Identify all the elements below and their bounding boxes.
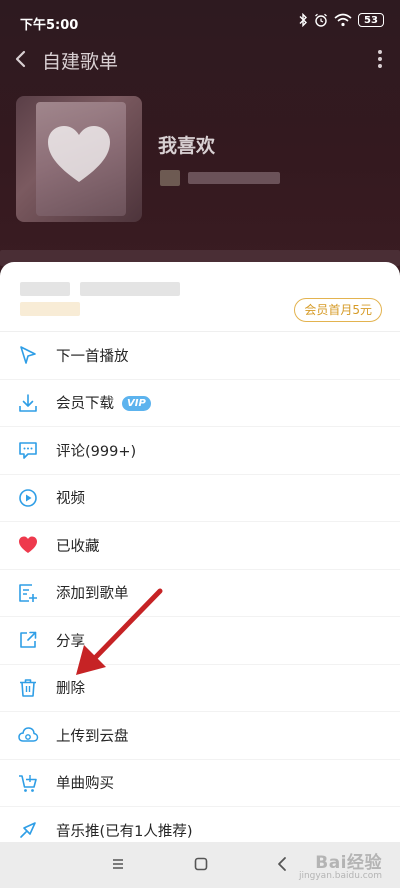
wifi-icon [334, 13, 352, 27]
menu-item-label: 删除 [56, 681, 85, 698]
playlist-cover[interactable] [16, 96, 142, 222]
recommend-icon [20, 822, 36, 839]
nav-bar: 自建歌单 [0, 42, 400, 76]
menu-item-text: 会员下载 [56, 396, 114, 413]
playlist-creator-blurred [160, 170, 180, 186]
menu-item-label: 音乐推(已有1人推荐) [56, 823, 193, 840]
next-play-icon [20, 346, 36, 365]
vip-promo-badge[interactable]: 会员首月5元 [294, 298, 382, 322]
menu-item-label: 添加到歌单 [56, 586, 129, 603]
watermark-main: Bai经验 [315, 853, 382, 873]
more-options-icon[interactable] [370, 46, 390, 72]
status-time: 下午5:00 [20, 18, 79, 33]
status-icons: 53 [298, 13, 384, 27]
action-menu: 下一首播放 会员下载 VIP 评论(999+) 视频 已收藏 添加到歌单 分享 [0, 332, 400, 842]
alarm-icon [315, 13, 327, 27]
menu-item-share[interactable]: 分享 [0, 617, 400, 665]
menu-item-delete[interactable]: 删除 [0, 665, 400, 712]
watermark-sub: jingyan.baidu.com [298, 871, 382, 881]
system-back-icon[interactable] [274, 855, 290, 873]
menu-item-label: 会员下载 VIP [56, 392, 151, 413]
menu-item-label: 下一首播放 [56, 348, 129, 365]
menu-item-cloud-upload[interactable]: 上传到云盘 [0, 712, 400, 760]
song-artist-blurred [80, 282, 180, 296]
share-icon [20, 631, 37, 649]
playlist-name: 我喜欢 [158, 135, 216, 157]
menu-item-download[interactable]: 会员下载 VIP [0, 380, 400, 427]
cloud-upload-icon [18, 727, 39, 742]
purchase-icon [19, 774, 37, 792]
trash-icon [20, 678, 36, 697]
battery-indicator: 53 [358, 13, 384, 27]
song-title-blurred [20, 282, 70, 296]
back-arrow-icon[interactable] [10, 46, 34, 72]
menu-item-label: 单曲购买 [56, 776, 114, 793]
menu-item-purchase[interactable]: 单曲购买 [0, 760, 400, 807]
playlist-header-background: 下午5:00 53 自建歌单 我喜欢 [0, 0, 400, 270]
baidu-watermark: Bai经验 jingyan.baidu.com [299, 848, 382, 881]
recent-apps-icon[interactable] [110, 856, 126, 872]
download-icon [19, 393, 37, 412]
heart-overlay-icon [48, 126, 110, 182]
system-nav-bar: Bai经验 jingyan.baidu.com [0, 842, 400, 888]
playlist-meta-blurred [188, 172, 280, 184]
menu-item-comment[interactable]: 评论(999+) [0, 427, 400, 475]
home-icon[interactable] [193, 856, 209, 872]
menu-item-label: 评论(999+) [56, 443, 137, 460]
add-to-playlist-icon [19, 583, 37, 602]
menu-item-label: 视频 [56, 491, 85, 508]
heart-icon [19, 536, 37, 554]
menu-item-video[interactable]: 视频 [0, 475, 400, 522]
menu-item-add-to-playlist[interactable]: 添加到歌单 [0, 570, 400, 617]
bluetooth-icon [299, 13, 307, 27]
menu-item-label: 分享 [56, 633, 85, 650]
menu-item-label: 已收藏 [56, 538, 100, 555]
song-info-blurred [20, 302, 80, 316]
status-bar: 下午5:00 53 [0, 0, 400, 44]
menu-item-label: 上传到云盘 [56, 728, 129, 745]
comment-icon [19, 442, 37, 460]
video-icon [19, 488, 37, 507]
vip-tag: VIP [122, 396, 151, 412]
song-action-sheet: 会员首月5元 下一首播放 会员下载 VIP 评论(999+) 视频 已收藏 添加到… [0, 262, 400, 842]
menu-item-recommend[interactable]: 音乐推(已有1人推荐) [0, 807, 400, 842]
menu-item-next-play[interactable]: 下一首播放 [0, 332, 400, 380]
page-title: 自建歌单 [42, 51, 119, 73]
sheet-header: 会员首月5元 [0, 262, 400, 332]
menu-item-favorited[interactable]: 已收藏 [0, 522, 400, 570]
